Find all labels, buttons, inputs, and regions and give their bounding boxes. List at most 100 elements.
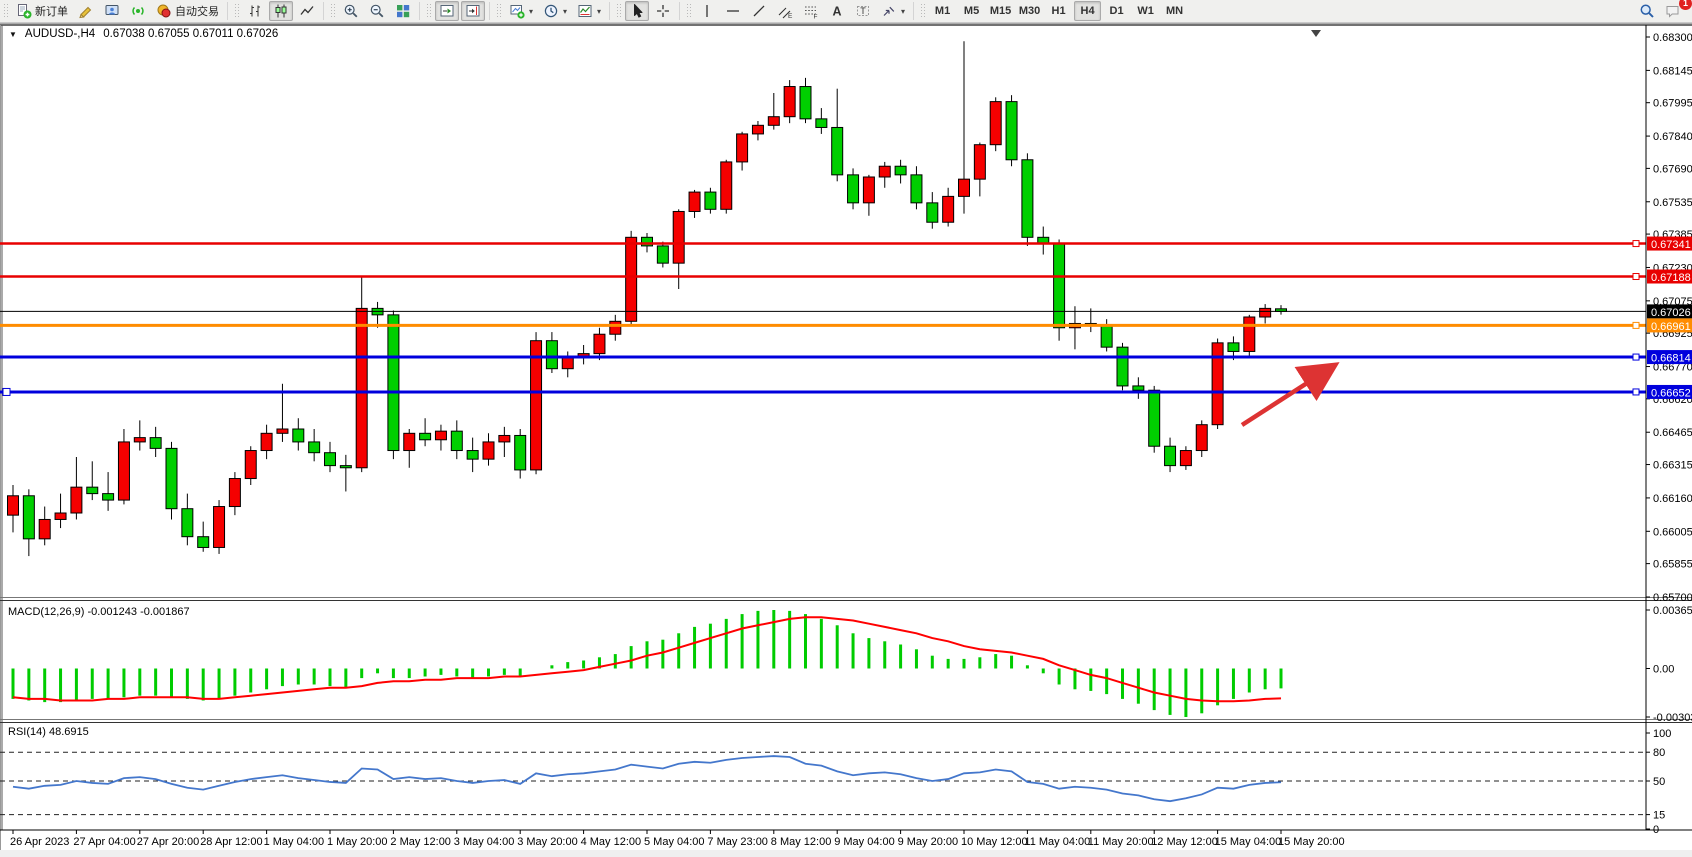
chart-ohlc-readout: 0.67038 0.67055 0.67011 0.67026	[103, 28, 278, 40]
tf-h1-label: H1	[1052, 5, 1066, 17]
pivot-line-price-tag: 0.66961	[1647, 318, 1692, 333]
search-button[interactable]	[1635, 1, 1659, 21]
rsi-tick-label: 15	[1653, 810, 1665, 822]
new-chart-button[interactable]: ▾	[505, 1, 537, 21]
text-label-button[interactable]: T	[851, 1, 875, 21]
time-tick-label: 11 May 20:00	[1088, 836, 1154, 848]
tf-h4-button[interactable]: H4	[1074, 1, 1101, 21]
tf-m5-label: M5	[964, 5, 979, 17]
styler-button[interactable]	[74, 1, 98, 21]
rsi-label: RSI(14) 48.6915	[8, 726, 89, 738]
svg-text:0.67341: 0.67341	[1651, 239, 1691, 251]
tf-mn-label: MN	[1166, 5, 1183, 17]
text-icon: A	[829, 3, 845, 19]
toolbar-grip	[616, 3, 621, 19]
time-tick-label: 5 May 04:00	[644, 836, 705, 848]
candle-chart-button[interactable]	[269, 1, 293, 21]
shapes-button[interactable]: ▾	[877, 1, 909, 21]
price-tick-label: 0.66465	[1653, 427, 1692, 439]
terminal-icon	[104, 3, 120, 19]
tile-windows-button[interactable]	[391, 1, 415, 21]
templates-button[interactable]: ▾	[573, 1, 605, 21]
signals-button[interactable]	[126, 1, 150, 21]
chart-shift-button[interactable]	[461, 1, 485, 21]
chevron-down-icon[interactable]: ▾	[563, 7, 567, 16]
tf-m5-button[interactable]: M5	[958, 1, 985, 21]
cursor-icon	[629, 3, 645, 19]
toolbar-separator	[609, 2, 610, 20]
fibonacci-button[interactable]: F	[799, 1, 823, 21]
horizontal-line-button[interactable]	[721, 1, 745, 21]
terminal-button[interactable]	[100, 1, 124, 21]
tf-m15-button[interactable]: M15	[987, 1, 1014, 21]
time-tick-label: 10 May 12:00	[961, 836, 1028, 848]
time-tick-label: 27 Apr 20:00	[137, 836, 199, 848]
periods-icon	[543, 3, 559, 19]
time-tick-label: 15 May 20:00	[1278, 836, 1345, 848]
signals-icon	[130, 3, 146, 19]
crosshair-button[interactable]	[651, 1, 675, 21]
toolbar-grip	[686, 3, 691, 19]
toolbar-separator	[913, 2, 914, 20]
time-tick-label: 9 May 04:00	[834, 836, 895, 848]
tf-m1-button[interactable]: M1	[929, 1, 956, 21]
price-tick-label: 0.65700	[1653, 592, 1692, 604]
price-tick-label: 0.68145	[1653, 65, 1692, 77]
auto-scroll-button[interactable]	[435, 1, 459, 21]
price-tick-label: 0.66160	[1653, 493, 1692, 505]
tile-windows-icon	[395, 3, 411, 19]
vertical-line-button[interactable]	[695, 1, 719, 21]
vertical-line-icon	[699, 3, 715, 19]
toolbar-separator	[489, 2, 490, 20]
text-label-icon: T	[855, 3, 871, 19]
chevron-down-icon[interactable]: ▾	[901, 7, 905, 16]
tf-mn-button[interactable]: MN	[1161, 1, 1188, 21]
resistance-line-1-price-tag: 0.67341	[1647, 237, 1692, 252]
bar-chart-button[interactable]	[243, 1, 267, 21]
chart-window[interactable]: 0.683000.681450.679950.678400.676900.675…	[0, 23, 1692, 857]
chart-menu-caret[interactable]: ▼	[9, 30, 17, 39]
chart-title: ▼ AUDUSD-,H4 0.67038 0.67055 0.67011 0.6…	[9, 28, 278, 40]
zoom-out-button[interactable]	[365, 1, 389, 21]
fibonacci-icon: F	[803, 3, 819, 19]
support-line-2-price-tag: 0.66652	[1647, 385, 1692, 400]
new-chart-icon	[509, 3, 525, 19]
toolbar-grip	[3, 3, 8, 19]
chevron-down-icon[interactable]: ▾	[597, 7, 601, 16]
new-order-button[interactable]: 新订单	[12, 1, 72, 21]
text-button[interactable]: A	[825, 1, 849, 21]
zoom-in-button[interactable]	[339, 1, 363, 21]
auto-trading-icon	[156, 3, 172, 19]
price-tick-label: 0.66315	[1653, 460, 1692, 472]
time-tick-label: 3 May 04:00	[454, 836, 515, 848]
price-tick-label: 0.67690	[1653, 163, 1692, 175]
toolbar-grip	[496, 3, 501, 19]
toolbar-separator	[227, 2, 228, 20]
time-tick-label: 4 May 12:00	[581, 836, 642, 848]
toolbar-grip	[426, 3, 431, 19]
tf-h4-label: H4	[1081, 5, 1095, 17]
tf-d1-button[interactable]: D1	[1103, 1, 1130, 21]
chart-shift-icon	[465, 3, 481, 19]
cursor-button[interactable]	[625, 1, 649, 21]
bar-chart-icon	[247, 3, 263, 19]
svg-text:0.66961: 0.66961	[1651, 321, 1691, 333]
chevron-down-icon[interactable]: ▾	[529, 7, 533, 16]
rsi-tick-label: 100	[1653, 728, 1671, 740]
auto-trading-button[interactable]: 自动交易	[152, 1, 223, 21]
equidistant-channel-button[interactable]: E	[773, 1, 797, 21]
tf-h1-button[interactable]: H1	[1045, 1, 1072, 21]
time-tick-label: 12 May 12:00	[1151, 836, 1218, 848]
tf-w1-label: W1	[1137, 5, 1154, 17]
tf-m30-button[interactable]: M30	[1016, 1, 1043, 21]
application-window: 新订单自动交易▾▾▾EFAT▾M1M5M15M30H1H4D1W1MN1 0.6…	[0, 0, 1692, 857]
time-tick-label: 11 May 04:00	[1024, 836, 1090, 848]
templates-icon	[577, 3, 593, 19]
last-price-line-price-tag: 0.67026	[1647, 304, 1692, 319]
tf-w1-button[interactable]: W1	[1132, 1, 1159, 21]
chart-symbol-period: AUDUSD-,H4	[25, 28, 95, 40]
time-tick-label: 8 May 12:00	[771, 836, 832, 848]
trendline-button[interactable]	[747, 1, 771, 21]
periods-button[interactable]: ▾	[539, 1, 571, 21]
line-chart-button[interactable]	[295, 1, 319, 21]
